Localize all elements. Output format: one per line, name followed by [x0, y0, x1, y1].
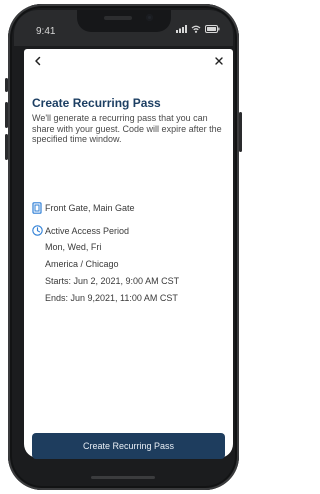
app-screen: Create Recurring Pass We'll generate a r…: [24, 49, 233, 459]
notch: [77, 10, 171, 32]
access-start: Starts: Jun 2, 2021, 9:00 AM CST: [45, 276, 180, 286]
side-button: [5, 102, 8, 128]
wifi-icon: [191, 25, 201, 33]
signal-icon: [176, 25, 187, 33]
close-icon[interactable]: [214, 56, 224, 66]
battery-icon: [205, 25, 220, 33]
gate-icon: [32, 202, 42, 214]
side-button: [5, 134, 8, 160]
create-recurring-pass-button[interactable]: Create Recurring Pass: [32, 433, 225, 459]
status-time: 9:41: [36, 26, 56, 37]
side-button: [5, 78, 8, 92]
side-button: [239, 112, 242, 152]
home-indicator: [91, 476, 155, 479]
access-days: Mon, Wed, Fri: [45, 242, 102, 252]
status-icons: [176, 25, 220, 33]
camera: [146, 14, 153, 21]
chevron-left-icon[interactable]: [33, 56, 43, 66]
page-description: We'll generate a recurring pass that you…: [32, 113, 222, 144]
access-timezone: America / Chicago: [45, 259, 119, 269]
access-end: Ends: Jun 9,2021, 11:00 AM CST: [45, 293, 178, 303]
access-period-label: Active Access Period: [45, 226, 130, 236]
page-title: Create Recurring Pass: [32, 96, 161, 110]
speaker: [104, 16, 132, 20]
nav-bar: [24, 49, 233, 75]
clock-icon: [32, 225, 43, 236]
gate-label: Front Gate, Main Gate: [45, 203, 135, 213]
